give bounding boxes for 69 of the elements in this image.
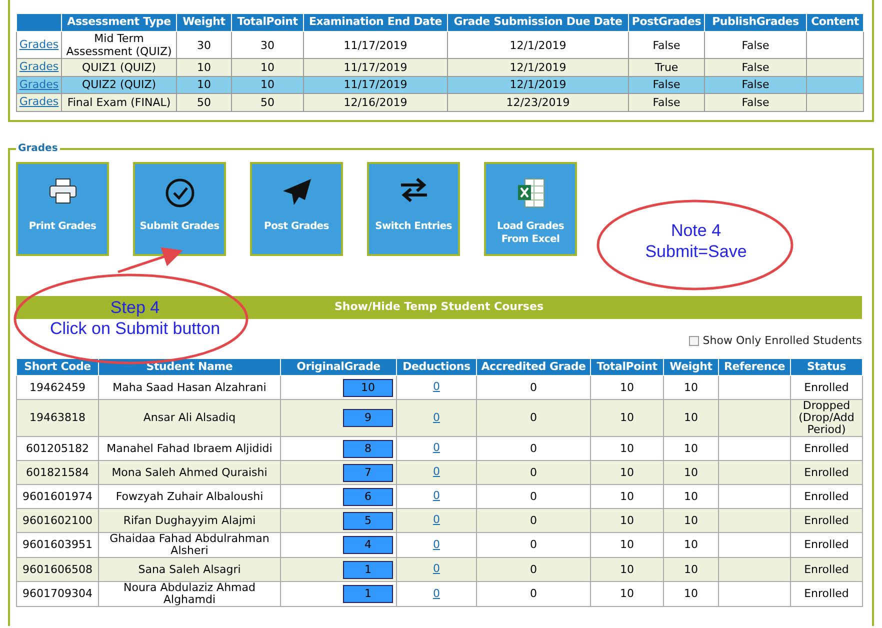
table-cell: 10 [664,582,718,606]
grade-input[interactable]: 4 [343,536,393,554]
table-cell: 9601709304 [16,582,98,606]
column-header: PublishGrades [704,14,806,32]
table-cell: Noura Abdulaziz Ahmad Alghamdi [98,582,280,606]
grade-input[interactable]: 1 [343,585,393,603]
annotation-text: Click on Submit button [50,318,220,339]
deductions-link[interactable]: 0 [433,410,440,424]
deductions-link[interactable]: 0 [433,441,440,454]
deductions-link[interactable]: 0 [433,562,440,576]
grade-input[interactable]: 9 [343,409,393,427]
table-row[interactable]: Grades QUIZ2 (QUIZ) 10 10 11/17/2019 12/1/2019 False False [16,76,864,94]
table-cell: 10 [590,582,664,606]
deductions-link[interactable]: 0 [433,489,440,502]
grade-input[interactable]: 6 [343,488,393,506]
table-cell: True [628,58,704,76]
column-header: OriginalGrade [280,358,396,376]
annotation-text: Submit=Save [645,241,747,262]
toolbar-button[interactable]: Submit Grades [133,162,226,256]
table-cell: Enrolled [790,582,862,606]
grade-input[interactable]: 8 [343,440,393,458]
deductions-link[interactable]: 0 [433,586,440,600]
spreadsheet-icon [516,178,544,208]
annotation-text: Note 4 [670,220,722,241]
table-cell: False [628,94,704,111]
grade-input[interactable]: 7 [343,464,393,482]
paper-plane-icon [282,178,312,206]
deductions-link[interactable]: 0 [433,538,440,551]
table-cell: 50 [232,94,304,111]
table-cell: 10 [176,58,232,76]
table-cell: 12/1/2019 [448,58,628,76]
table-cell: False [704,58,806,76]
column-header: PostGrades [628,14,704,32]
column-header: Grade Submission Due Date [448,14,628,32]
checkbox-label: Show Only Enrolled Students [702,333,862,349]
table-cell: 11/17/2019 [304,58,448,76]
checkbox[interactable] [688,336,699,346]
table-cell: 12/23/2019 [448,94,628,111]
table-cell: 50 [176,94,232,111]
column-header: Assessment Type [62,14,176,32]
deductions-link[interactable]: 0 [433,380,440,394]
table-cell: Final Exam (FINAL) [62,94,176,111]
arrow [118,247,183,274]
swap-arrows-icon [398,178,428,202]
table-cell: QUIZ1 (QUIZ) [62,58,176,76]
table-row[interactable]: Grades Final Exam (FINAL) 50 50 12/16/2019 12/23/2019 False False [16,94,864,111]
column-header: Examination End Date [304,14,448,32]
column-header: Accredited Grade [476,358,590,376]
column-header: Deductions [396,358,476,376]
table-cell: 0 [476,582,590,606]
toolbar-button[interactable]: Print Grades [16,162,109,256]
annotation-text: Step 4 [110,297,160,318]
column-header: TotalPoint [590,358,664,376]
deductions-link[interactable]: 0 [433,465,440,478]
table-row[interactable]: Grades QUIZ1 (QUIZ) 10 10 11/17/2019 12/1/2019 True False [16,58,864,76]
table-cell: False [704,94,806,111]
grade-input[interactable]: 1 [343,560,393,578]
grade-input[interactable]: 10 [343,378,393,396]
column-header: Student Name [98,358,280,376]
toolbar-button[interactable]: Switch Entries [367,162,460,256]
deductions-link[interactable]: 0 [433,513,440,526]
table-cell: 10 [232,58,304,76]
table-cell: 12/16/2019 [304,94,448,111]
toolbar-button[interactable]: Post Grades [250,162,343,256]
toolbar-button[interactable]: Load Grades From Excel [484,162,577,256]
grade-input[interactable]: 5 [343,512,393,530]
printer-icon [48,178,76,204]
check-circle-icon [164,178,194,208]
column-header: Short Code [16,358,98,376]
